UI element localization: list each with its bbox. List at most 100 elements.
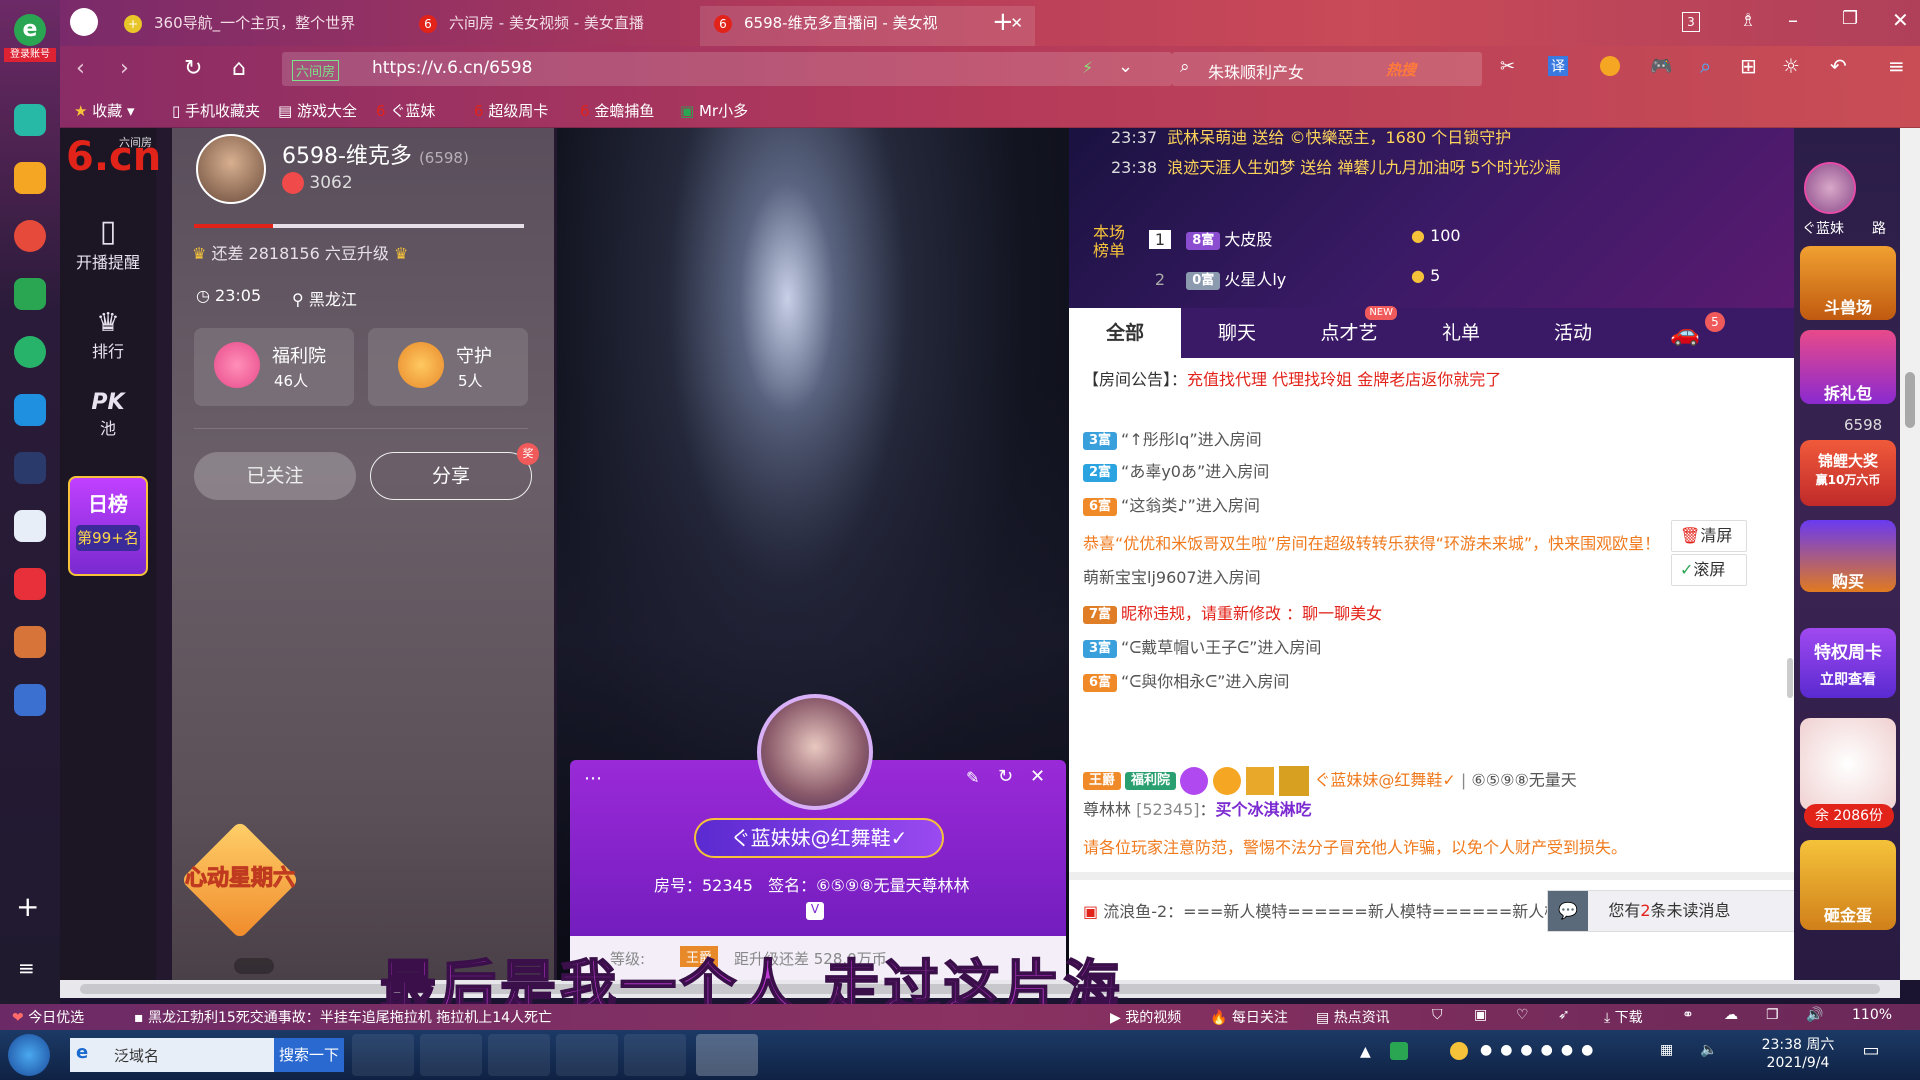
navigation-icon[interactable] [70,8,98,36]
daily-rank-badge[interactable]: 日榜 第99+名 [68,476,148,576]
promo-avatar[interactable] [1804,162,1856,214]
mail-icon[interactable] [14,278,46,310]
tab-6cn[interactable]: 6 六间房 - 美女视频 - 美女直播 [405,6,695,46]
sidebar-app-icon-5[interactable] [14,568,46,600]
scroll-screen-button[interactable]: ✓滚屏 [1671,554,1747,586]
tray-shield-icon[interactable] [1390,1042,1408,1060]
page-scrollbar-thumb[interactable] [1905,372,1915,428]
tab-gift-list[interactable]: 礼单 [1405,308,1517,358]
speed-icon[interactable]: ⚡ [1082,58,1093,77]
apps-grid-icon[interactable]: ⊞ [1740,54,1757,78]
scissors-icon[interactable]: ✂ [1500,56,1515,77]
zoom-level[interactable]: 110% [1852,1007,1892,1023]
restore-icon[interactable]: ❐ [1842,8,1858,29]
shield-icon[interactable]: ⛉ [1432,1007,1443,1023]
gift-package-banner[interactable]: 拆礼包 [1800,330,1896,404]
tab-talent[interactable]: 点才艺 NEW [1293,306,1405,358]
document-icon[interactable] [14,510,46,542]
taskbar-search-field[interactable]: e 泛域名 [70,1038,274,1072]
bookmark-weekcard[interactable]: 6 超级周卡 [474,100,548,121]
menu-list-icon[interactable]: ≡ [18,956,35,980]
notification-icon[interactable]: ▭ [1856,1040,1886,1070]
network-icon[interactable]: ▦ [1660,1042,1673,1058]
beast-arena-banner[interactable]: 斗兽场 [1800,246,1896,320]
window-icon[interactable]: ❐ [1766,1007,1779,1023]
hot-news[interactable]: ▤ 热点资讯 [1316,1007,1390,1027]
favorites-star-icon[interactable] [14,162,46,194]
tab-car[interactable]: 🚗 5 [1629,308,1741,358]
sidebar-app-icon-4[interactable] [14,452,46,484]
chat-scrollbar[interactable] [1787,658,1793,698]
chevron-down-icon[interactable]: ⌄ [1118,56,1133,77]
nav-broadcast-reminder[interactable]: ▯ 开播提醒 [60,214,156,273]
clear-screen-button[interactable]: 🗑清屏 [1671,520,1747,552]
login-label[interactable]: 登录账号 [4,48,56,62]
board-row-2[interactable]: 2 0富 火星人ly [1149,266,1286,290]
minimize-icon[interactable]: – [1788,8,1798,32]
browser-logo[interactable]: e 登录账号 [4,14,56,62]
coin-icon[interactable] [1600,56,1620,76]
more-icon[interactable]: ⋯ [584,768,602,789]
sidebar-app-icon-6[interactable] [14,684,46,716]
sidebar-app-icon-2[interactable] [14,336,46,368]
game-icon[interactable] [14,626,46,658]
search-field[interactable]: ⌕ 朱珠顺利产女 热搜 [1172,52,1482,86]
close-window-icon[interactable]: ✕ [1892,8,1909,32]
nav-rank[interactable]: ♛ 排行 [60,308,156,362]
gamepad-icon[interactable]: 🎮 [1650,56,1672,77]
welfare-card[interactable]: 福利院 46人 [194,328,354,406]
privilege-card-banner[interactable]: 特权周卡 立即查看 [1800,628,1896,698]
url-field[interactable]: 六间房 https://v.6.cn/6598 ⚡ ⌄ [282,52,1172,86]
new-tab-icon[interactable]: + [992,6,1014,38]
tray-app-icon[interactable] [1450,1042,1468,1060]
cloud-icon[interactable]: ☁ [1724,1007,1738,1023]
edit-icon[interactable]: ✎ [966,768,979,787]
taskbar-search-button[interactable]: 搜索一下 [274,1038,344,1072]
news-ticker[interactable]: ▪ 黑龙江勃利15死交通事故：半挂车追尾拖拉机 拖拉机上14人死亡 [134,1007,574,1027]
home-icon[interactable]: ⌂ [232,56,246,81]
my-video[interactable]: ▶ 我的视频 [1110,1007,1181,1027]
magnifier-icon[interactable]: ⌕ [1700,54,1711,78]
bookmark-mobile[interactable]: ▯ 手机收藏夹 [172,100,260,121]
hot-search-label[interactable]: 热搜 [1386,59,1416,80]
heart-saturday-banner[interactable]: 心动星期六 [180,818,300,940]
koi-prize-banner[interactable]: 锦鲤大奖 赢10万六币 [1800,440,1896,506]
popup-avatar[interactable] [757,694,873,810]
taskbar-360-icon[interactable] [556,1034,618,1076]
link-icon[interactable]: ⚭ [1682,1007,1694,1023]
clock[interactable]: 23:38 周六 2021/9/4 [1756,1036,1840,1072]
site-logo[interactable]: 6.cn 六间房 [66,134,161,180]
tab-360[interactable]: +360导航_一个主页，整个世界 [110,6,400,46]
buy-banner[interactable]: 购买 [1800,520,1896,592]
menu-icon[interactable]: ≡ [1888,54,1905,78]
bookmark-favorites[interactable]: ★ 收藏 ▾ [74,100,135,121]
rocket-icon[interactable]: ➶ [1558,1007,1570,1023]
image-icon[interactable]: ▣ [1474,1007,1487,1023]
sidebar-app-icon-1[interactable] [14,104,46,136]
bookmark-games[interactable]: ▤ 游戏大全 [278,100,357,121]
daily-follow[interactable]: 🔥 每日关注 [1210,1007,1288,1027]
tab-count-icon[interactable]: 3 [1682,12,1700,32]
tab-all[interactable]: 全部 [1069,308,1181,358]
volume-icon[interactable]: 🔈 [1700,1042,1717,1058]
weibo-icon[interactable] [14,220,46,252]
page-scrollbar[interactable] [1900,128,1920,980]
volume-icon[interactable]: 🔊 [1806,1007,1823,1023]
guard-card[interactable]: 守护 5人 [368,328,528,406]
vip-username[interactable]: ぐ蓝妹妹@红舞鞋✓ [1314,771,1455,790]
taskbar-ie-icon[interactable] [420,1034,482,1076]
board-row-1[interactable]: 1 8富 大皮股 [1149,226,1272,250]
skin-icon[interactable]: ♗ [1740,10,1756,31]
unread-messages[interactable]: 💬 您有2条未读消息 [1547,890,1797,932]
nav-pk[interactable]: PK 池 [60,390,156,439]
back-icon[interactable]: ‹ [76,56,85,81]
tab-chat[interactable]: 聊天 [1181,308,1293,358]
carousel-dots[interactable] [234,958,274,974]
tray-qq-icons[interactable]: ●●●●●● [1480,1042,1630,1060]
today-picks[interactable]: ❤ 今日优选 [12,1007,84,1027]
anchor-avatar[interactable] [196,134,266,204]
lucky-cat-banner[interactable] [1800,718,1896,810]
share-button[interactable]: 分享 奖 [370,443,539,500]
bookmark-lanmei[interactable]: 6 ぐ蓝妹 [376,100,435,121]
refresh-icon[interactable]: ↻ [998,766,1013,787]
